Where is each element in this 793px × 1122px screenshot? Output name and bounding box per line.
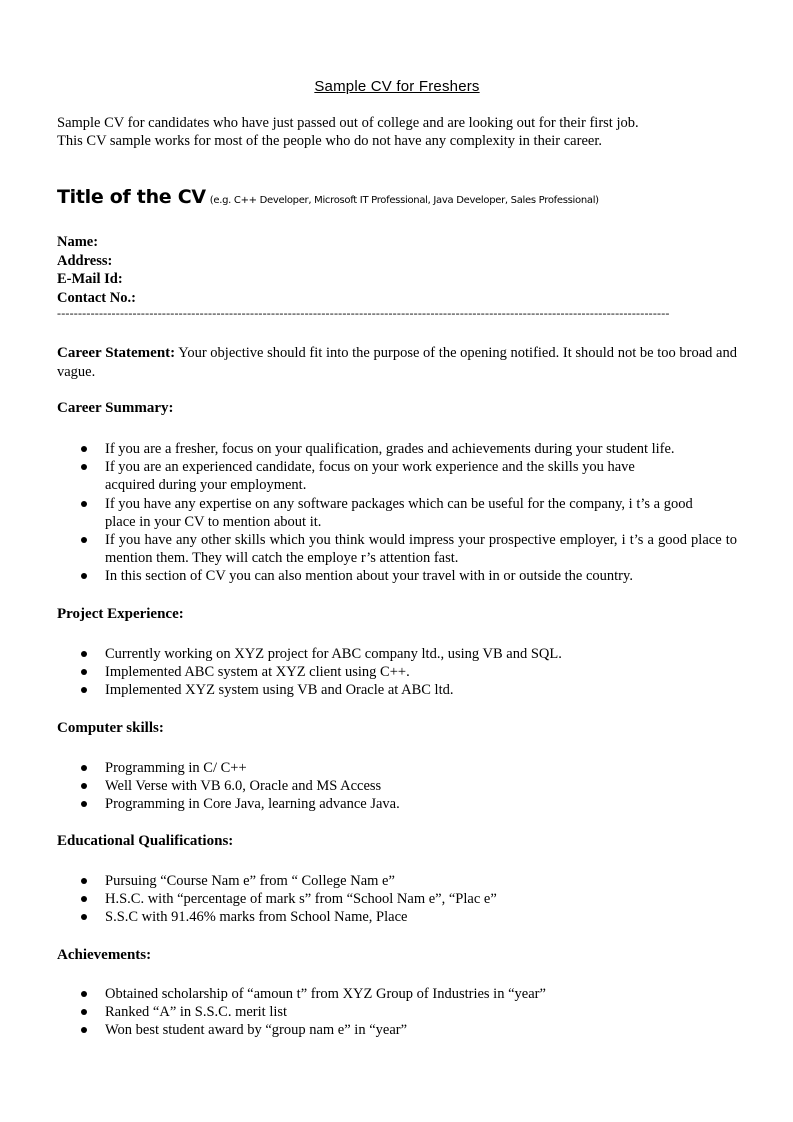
intro-paragraph: Sample CV for candidates who have just p… (57, 114, 737, 150)
bullet-icon (81, 1027, 87, 1034)
list-item: Pursuing “Course Nam e” from “ College N… (57, 872, 737, 890)
bullet-icon (81, 896, 87, 903)
dashed-divider: ----------------------------------------… (57, 306, 670, 320)
list-item: If you have any expertise on any softwar… (57, 495, 737, 531)
list-item: Ranked “A” in S.S.C. merit list (57, 1003, 737, 1021)
bullet-icon (81, 464, 87, 471)
list-item: If you have any other skills which you t… (57, 531, 737, 567)
section-heading-career-summary: Career Summary: (57, 400, 174, 416)
project-experience-list: Currently working on XYZ project for ABC… (57, 645, 737, 700)
list-item: Well Verse with VB 6.0, Oracle and MS Ac… (57, 777, 737, 795)
list-item: Currently working on XYZ project for ABC… (57, 645, 737, 663)
section-heading-educational-qualifications: Educational Qualifications: (57, 833, 234, 849)
bullet-icon (81, 878, 87, 884)
cv-title-heading: Title of the CV (57, 186, 206, 208)
section-heading-achievements: Achievements: (57, 947, 152, 963)
bullet-icon (81, 651, 87, 657)
bullet-icon (81, 1009, 87, 1016)
bullet-icon (81, 687, 87, 694)
list-item: If you are an experienced candidate, foc… (57, 458, 737, 494)
list-item: Implemented ABC system at XYZ client usi… (57, 663, 737, 681)
contact-field-address: Address: (57, 252, 113, 269)
bullet-icon (81, 500, 87, 507)
list-item: Programming in Core Java, learning advan… (57, 795, 737, 813)
cv-title-example: (e.g. C++ Developer, Microsoft IT Profes… (209, 195, 599, 206)
achievements-list: Obtained scholarship of “amoun t” from X… (57, 985, 737, 1040)
list-item: H.S.C. with “percentage of mark s” from … (57, 890, 737, 908)
computer-skills-list: Programming in C/ C++ Well Verse with VB… (57, 759, 737, 814)
list-item: Programming in C/ C++ (57, 759, 737, 777)
section-heading-computer-skills: Computer skills: (57, 720, 164, 736)
list-item: Obtained scholarship of “amoun t” from X… (57, 985, 737, 1003)
bullet-icon (81, 991, 87, 997)
bullet-icon (81, 446, 87, 452)
cv-title: Title of the CV (e.g. C++ Developer, Mic… (57, 186, 599, 208)
bullet-icon (81, 914, 87, 921)
list-item: S.S.C with 91.46% marks from School Name… (57, 908, 737, 926)
document-title: Sample CV for Freshers (314, 78, 480, 95)
bullet-icon (81, 669, 87, 676)
list-item: If you are a fresher, focus on your qual… (57, 440, 737, 458)
educational-qualifications-list: Pursuing “Course Nam e” from “ College N… (57, 872, 737, 927)
contact-field-email: E-Mail Id: (57, 271, 123, 287)
contact-fields: Name: Address: E-Mail Id: Contact No.: (57, 233, 136, 307)
list-item: Implemented XYZ system using VB and Orac… (57, 681, 737, 699)
career-statement: Career Statement: Your objective should … (57, 344, 737, 382)
bullet-icon (81, 783, 87, 790)
bullet-icon (81, 573, 87, 580)
list-item: In this section of CV you can also menti… (57, 567, 737, 585)
bullet-icon (81, 801, 87, 808)
bullet-icon (81, 537, 87, 544)
bullet-icon (81, 765, 87, 771)
list-item: Won best student award by “group nam e” … (57, 1021, 737, 1039)
intro-line: This CV sample works for most of the peo… (57, 133, 602, 149)
intro-line: Sample CV for candidates who have just p… (57, 115, 639, 131)
career-summary-list: If you are a fresher, focus on your qual… (57, 440, 737, 586)
section-heading-project-experience: Project Experience: (57, 606, 184, 622)
contact-field-name: Name: (57, 234, 99, 250)
career-statement-label: Career Statement: (57, 345, 176, 361)
contact-field-phone: Contact No.: (57, 289, 136, 306)
